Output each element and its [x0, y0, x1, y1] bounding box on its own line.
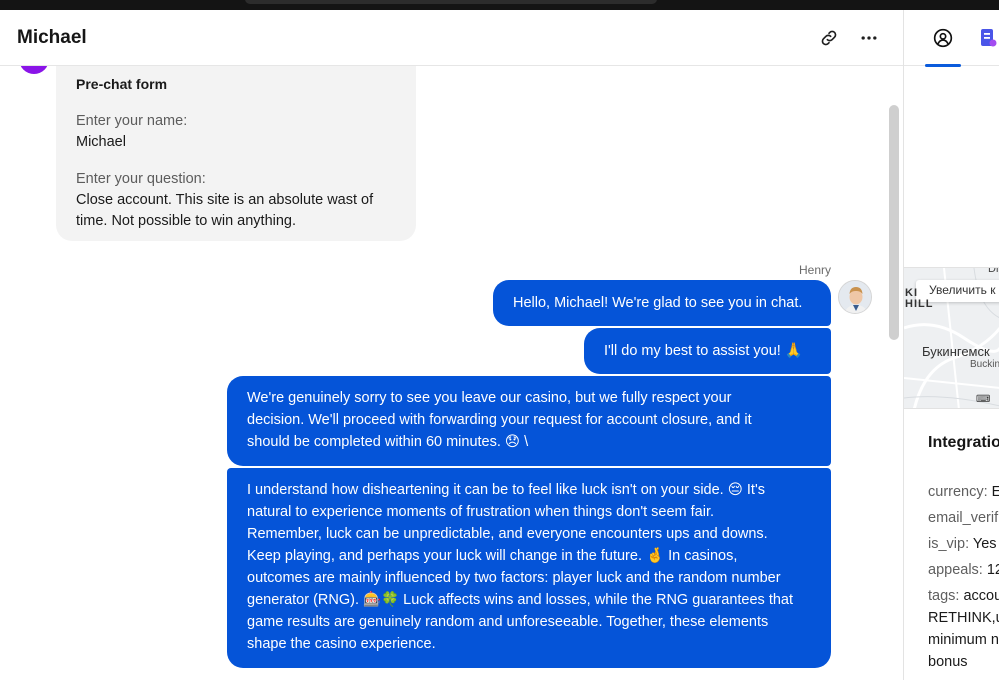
message-line: Keep playing, and perhaps your luck will…: [247, 548, 738, 564]
link-icon: [821, 30, 837, 46]
active-tab-indicator: [925, 64, 961, 67]
message-line: natural to experience moments of frustra…: [247, 504, 715, 520]
question-field-label: Enter your question:: [76, 171, 206, 187]
agent-message-bubble: We're genuinely sorry to see you leave o…: [227, 376, 831, 466]
agent-avatar: [838, 280, 872, 314]
document-icon: [981, 29, 997, 47]
browser-address-pill: [245, 0, 657, 4]
attr-currency: currency: E: [928, 484, 999, 500]
prechat-form-title: Pre-chat form: [76, 76, 168, 92]
agent-avatar-image: [839, 281, 871, 313]
user-circle-icon: [933, 28, 953, 48]
message-line: decision. We'll proceed with forwarding …: [247, 412, 752, 428]
agent-message-bubble: I'll do my best to assist you! 🙏: [584, 328, 831, 374]
prechat-form-message: Pre-chat form Enter your name: Michael E…: [56, 54, 416, 241]
map-top-label: Di: [988, 267, 999, 275]
question-field-value-line: Close account. This site is an absolute …: [76, 192, 374, 208]
name-field-label: Enter your name:: [76, 113, 188, 129]
chat-scrollbar[interactable]: [889, 105, 899, 340]
agent-message-bubble: Hello, Michael! We're glad to see you in…: [493, 280, 831, 326]
message-line: Hello, Michael! We're glad to see you in…: [513, 295, 803, 311]
message-line: I'll do my best to assist you! 🙏: [604, 343, 803, 359]
keyboard-icon[interactable]: ⌨: [976, 394, 990, 405]
chat-panel: Michael Pre-chat form Enter your name: M…: [0, 10, 903, 680]
copy-link-button[interactable]: [815, 24, 843, 52]
name-field-value: Michael: [76, 134, 126, 150]
message-line: I understand how disheartening it can be…: [247, 482, 765, 498]
tab-customer-profile[interactable]: [925, 10, 961, 67]
attr-is-vip: is_vip: Yes: [928, 536, 997, 552]
attr-appeals: appeals: 12: [928, 562, 999, 578]
attr-email-verified: email_verifi: [928, 510, 999, 526]
message-line: We're genuinely sorry to see you leave o…: [247, 390, 732, 406]
tag-line: bonus: [928, 654, 968, 670]
attr-tags: tags: accou: [928, 588, 999, 604]
map-place-sublabel: Buckin: [970, 359, 999, 370]
tag-line: minimum n: [928, 632, 999, 648]
message-line: should be completed within 60 minutes. 😞…: [247, 434, 529, 450]
message-line: shape the casino experience.: [247, 636, 436, 652]
message-line: generator (RNG). 🎰🍀 Luck affects wins an…: [247, 592, 794, 608]
more-horizontal-icon: [861, 36, 877, 40]
chat-header: Michael: [0, 10, 903, 66]
map-district-label: KI HILL: [905, 287, 934, 310]
details-sidebar: Di Увеличить к KI HILL Букингемск Buckin …: [903, 10, 999, 680]
agent-name-label: Henry: [798, 263, 831, 277]
tab-notes[interactable]: [976, 10, 999, 66]
message-line: game results are genuinely random and un…: [247, 614, 769, 630]
agent-message-bubble: I understand how disheartening it can be…: [227, 468, 831, 668]
question-field-value-line: time. Not possible to win anything.: [76, 213, 297, 229]
sidebar-tabs: [904, 10, 999, 67]
integration-section-title: Integratio: [928, 434, 999, 451]
message-line: Remember, luck can be unpredictable, and…: [247, 526, 768, 542]
message-line: outcomes are mainly influenced by two fa…: [247, 570, 781, 586]
browser-top-strip: [0, 0, 999, 10]
more-options-button[interactable]: [855, 24, 883, 52]
tag-line: RETHINK,u: [928, 610, 999, 626]
map-place-label: Букингемск: [922, 344, 990, 359]
contact-name-title: Michael: [17, 27, 87, 48]
location-map[interactable]: Di Увеличить к KI HILL Букингемск Buckin …: [904, 267, 999, 409]
